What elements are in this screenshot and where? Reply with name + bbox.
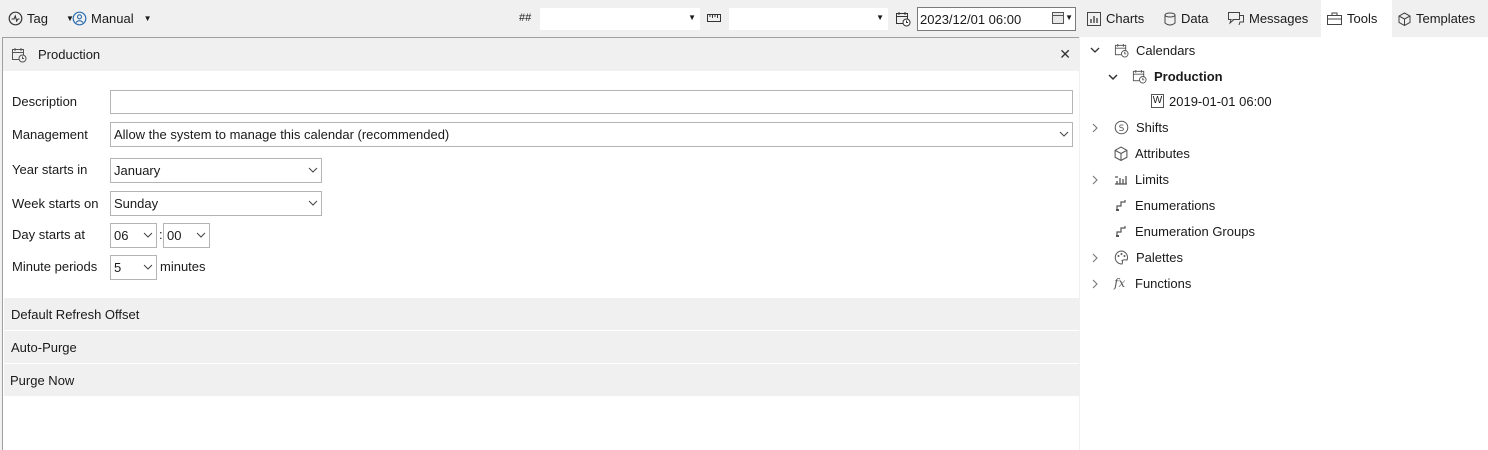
svg-text:S: S bbox=[1119, 124, 1125, 134]
tab-tools[interactable]: Tools bbox=[1321, 0, 1392, 37]
shift-icon: S bbox=[1114, 120, 1129, 135]
chevron-down-icon[interactable] bbox=[1090, 45, 1100, 55]
chevron-down-icon: ▼ bbox=[143, 14, 152, 23]
section-purge-now[interactable]: Purge Now bbox=[4, 364, 1079, 396]
chevron-down-icon: ▼ bbox=[1065, 13, 1073, 22]
tree-item-enumeration-groups[interactable]: Enumeration Groups bbox=[1114, 218, 1255, 244]
date-time-field[interactable]: 2023/12/01 06:00 ▼ bbox=[917, 7, 1076, 31]
section-default-refresh-offset[interactable]: Default Refresh Offset bbox=[4, 298, 1079, 330]
palette-icon bbox=[1114, 249, 1129, 265]
minutes-unit-label: minutes bbox=[160, 259, 206, 274]
calendar-clock-icon bbox=[1132, 69, 1147, 84]
panel-header: Production ✕ bbox=[3, 38, 1079, 71]
tree-item-functions[interactable]: fx Functions bbox=[1114, 270, 1191, 296]
tree-item-week-entry[interactable]: W 2019-01-01 06:00 bbox=[1151, 88, 1272, 114]
year-starts-select[interactable]: January bbox=[110, 158, 322, 183]
calendar-editor-panel: Production ✕ Description Management Allo… bbox=[2, 37, 1079, 450]
hash-icon: ## bbox=[519, 12, 532, 24]
tab-label: Templates bbox=[1416, 11, 1476, 26]
manual-dropdown[interactable]: Manual ▼ bbox=[72, 0, 152, 37]
chevron-down-icon bbox=[143, 230, 153, 240]
tag-dropdown[interactable]: Tag ▼ bbox=[8, 0, 74, 37]
manual-label: Manual bbox=[91, 11, 134, 26]
tree-item-enumerations[interactable]: Enumerations bbox=[1114, 192, 1215, 218]
day-start-minute-select[interactable]: 00 bbox=[163, 223, 210, 248]
management-select[interactable]: Allow the system to manage this calendar… bbox=[110, 122, 1073, 147]
year-starts-label: Year starts in bbox=[12, 162, 88, 177]
description-label: Description bbox=[12, 94, 78, 109]
tree-item-limits[interactable]: Limits bbox=[1114, 166, 1169, 192]
chevron-down-icon bbox=[308, 165, 318, 175]
day-starts-label: Day starts at bbox=[12, 227, 85, 242]
function-icon: fx bbox=[1114, 276, 1126, 290]
chevron-down-icon bbox=[1059, 129, 1069, 139]
database-icon bbox=[1164, 12, 1176, 26]
week-starts-select[interactable]: Sunday bbox=[110, 191, 322, 216]
week-icon: W bbox=[1151, 94, 1164, 108]
bar-chart-icon bbox=[1087, 11, 1101, 26]
messages-icon bbox=[1228, 11, 1244, 26]
date-picker-button[interactable]: ▼ bbox=[1052, 11, 1073, 24]
tab-messages[interactable]: Messages bbox=[1222, 0, 1314, 37]
unit-combo[interactable]: ▼ bbox=[729, 8, 888, 30]
tab-label: Messages bbox=[1249, 11, 1309, 26]
chevron-down-icon[interactable] bbox=[1108, 72, 1118, 82]
section-auto-purge[interactable]: Auto-Purge bbox=[4, 331, 1079, 363]
week-starts-value: Sunday bbox=[114, 196, 159, 211]
tab-charts[interactable]: Charts bbox=[1081, 0, 1150, 37]
week-starts-label: Week starts on bbox=[12, 196, 99, 211]
toolbox-icon bbox=[1327, 12, 1342, 25]
chevron-down-icon bbox=[308, 198, 318, 208]
chevron-down-icon: ▼ bbox=[688, 13, 696, 22]
day-start-hour-select[interactable]: 06 bbox=[110, 223, 157, 248]
panel-title: Production bbox=[38, 47, 101, 62]
user-icon bbox=[72, 11, 87, 26]
date-time-value: 2023/12/01 06:00 bbox=[920, 11, 1022, 27]
enumeration-icon bbox=[1114, 224, 1128, 238]
calendar-icon bbox=[1052, 11, 1065, 24]
tag-icon bbox=[8, 11, 23, 26]
tab-data[interactable]: Data bbox=[1158, 0, 1214, 37]
minute-periods-label: Minute periods bbox=[12, 259, 98, 274]
cube-icon bbox=[1398, 11, 1411, 26]
tree-item-production[interactable]: Production bbox=[1132, 63, 1223, 89]
management-label: Management bbox=[12, 127, 88, 142]
tab-label: Data bbox=[1181, 11, 1209, 26]
minute-periods-value: 5 bbox=[114, 260, 122, 275]
tools-tree: Calendars Production W 2019-01-01 06:00 … bbox=[1080, 37, 1488, 450]
chevron-right-icon[interactable] bbox=[1090, 253, 1100, 263]
chevron-down-icon bbox=[143, 262, 153, 272]
calendar-clock-icon bbox=[11, 47, 27, 63]
tree-item-palettes[interactable]: Palettes bbox=[1114, 244, 1183, 270]
ruler-icon bbox=[707, 13, 721, 23]
tag-label: Tag bbox=[27, 11, 48, 26]
limits-icon bbox=[1114, 172, 1128, 186]
year-starts-value: January bbox=[114, 163, 161, 178]
top-toolbar: Tag ▼ Manual ▼ ## ▼ ▼ 2023/12/01 06:00 ▼ bbox=[0, 0, 1488, 37]
chevron-right-icon[interactable] bbox=[1090, 123, 1100, 133]
description-input[interactable] bbox=[110, 90, 1073, 114]
chevron-right-icon[interactable] bbox=[1090, 279, 1100, 289]
tree-item-calendars[interactable]: Calendars bbox=[1114, 37, 1195, 63]
enumeration-icon bbox=[1114, 198, 1128, 212]
calendar-clock-icon bbox=[895, 11, 911, 27]
tree-item-shifts[interactable]: S Shifts bbox=[1114, 114, 1169, 140]
tab-label: Charts bbox=[1106, 11, 1145, 26]
chevron-down-icon bbox=[196, 230, 206, 240]
minute-periods-select[interactable]: 5 bbox=[110, 255, 157, 280]
cube-icon bbox=[1114, 145, 1128, 161]
chevron-down-icon: ▼ bbox=[876, 13, 884, 22]
calendar-clock-icon bbox=[1114, 43, 1129, 58]
chevron-right-icon[interactable] bbox=[1090, 175, 1100, 185]
tab-label: Tools bbox=[1347, 11, 1378, 26]
close-icon[interactable]: ✕ bbox=[1059, 46, 1071, 63]
tag-filter-combo[interactable]: ▼ bbox=[540, 8, 700, 30]
day-start-hour-value: 06 bbox=[114, 228, 129, 243]
day-start-minute-value: 00 bbox=[167, 228, 182, 243]
management-value: Allow the system to manage this calendar… bbox=[114, 127, 450, 142]
tab-templates[interactable]: Templates bbox=[1392, 0, 1481, 37]
tree-item-attributes[interactable]: Attributes bbox=[1114, 140, 1190, 166]
